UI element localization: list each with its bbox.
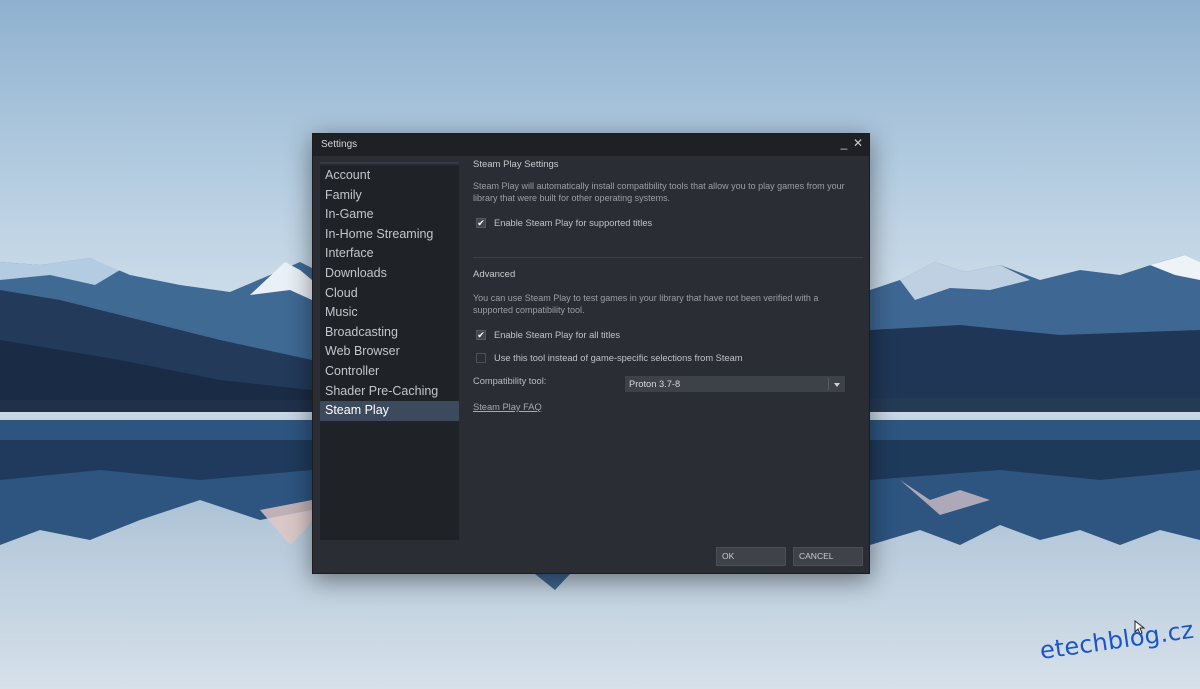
steam-play-faq-link[interactable]: Steam Play FAQ [473, 402, 542, 412]
compat-tool-dropdown[interactable]: Proton 3.7-8 [624, 375, 846, 393]
window-title: Settings [321, 139, 358, 150]
sidebar-item-web-browser[interactable]: Web Browser [320, 342, 459, 362]
compat-tool-label: Compatibility tool: [473, 376, 547, 386]
settings-sidebar: Account Family In-Game In-Home Streaming… [320, 162, 459, 540]
section-divider [473, 257, 863, 258]
use-tool-row[interactable]: Use this tool instead of game-specific s… [476, 353, 743, 363]
advanced-title: Advanced [473, 269, 516, 280]
settings-window: Settings _ ✕ Account Family In-Game In-H… [312, 133, 870, 574]
sidebar-item-steam-play[interactable]: Steam Play [320, 401, 459, 421]
enable-all-checkbox[interactable]: ✔ [476, 330, 486, 340]
enable-all-row[interactable]: ✔ Enable Steam Play for all titles [476, 330, 620, 340]
steam-play-description: Steam Play will automatically install co… [473, 181, 845, 203]
ok-button[interactable]: OK [716, 547, 786, 566]
enable-supported-row[interactable]: ✔ Enable Steam Play for supported titles [476, 218, 652, 228]
sidebar-item-in-home-streaming[interactable]: In-Home Streaming [320, 225, 459, 245]
sidebar-item-interface[interactable]: Interface [320, 244, 459, 264]
sidebar-item-broadcasting[interactable]: Broadcasting [320, 323, 459, 343]
enable-supported-label[interactable]: Enable Steam Play for supported titles [494, 218, 652, 228]
minimize-icon[interactable]: _ [839, 136, 849, 150]
window-titlebar[interactable]: Settings _ ✕ [313, 134, 869, 156]
sidebar-item-music[interactable]: Music [320, 303, 459, 323]
section-title: Steam Play Settings [473, 159, 559, 170]
use-tool-label[interactable]: Use this tool instead of game-specific s… [494, 353, 743, 363]
sidebar-item-account[interactable]: Account [320, 166, 459, 186]
chevron-down-icon[interactable] [834, 383, 840, 387]
dropdown-separator [828, 378, 829, 390]
sidebar-item-controller[interactable]: Controller [320, 362, 459, 382]
sidebar-item-shader-pre-caching[interactable]: Shader Pre-Caching [320, 382, 459, 402]
advanced-description: You can use Steam Play to test games in … [473, 293, 819, 315]
sidebar-item-family[interactable]: Family [320, 186, 459, 206]
use-tool-checkbox[interactable] [476, 353, 486, 363]
sidebar-item-downloads[interactable]: Downloads [320, 264, 459, 284]
close-icon[interactable]: ✕ [853, 136, 863, 150]
sidebar-item-in-game[interactable]: In-Game [320, 205, 459, 225]
cancel-button[interactable]: CANCEL [793, 547, 863, 566]
compat-tool-value: Proton 3.7-8 [629, 379, 681, 389]
enable-supported-checkbox[interactable]: ✔ [476, 218, 486, 228]
sidebar-item-cloud[interactable]: Cloud [320, 284, 459, 304]
enable-all-label[interactable]: Enable Steam Play for all titles [494, 330, 620, 340]
